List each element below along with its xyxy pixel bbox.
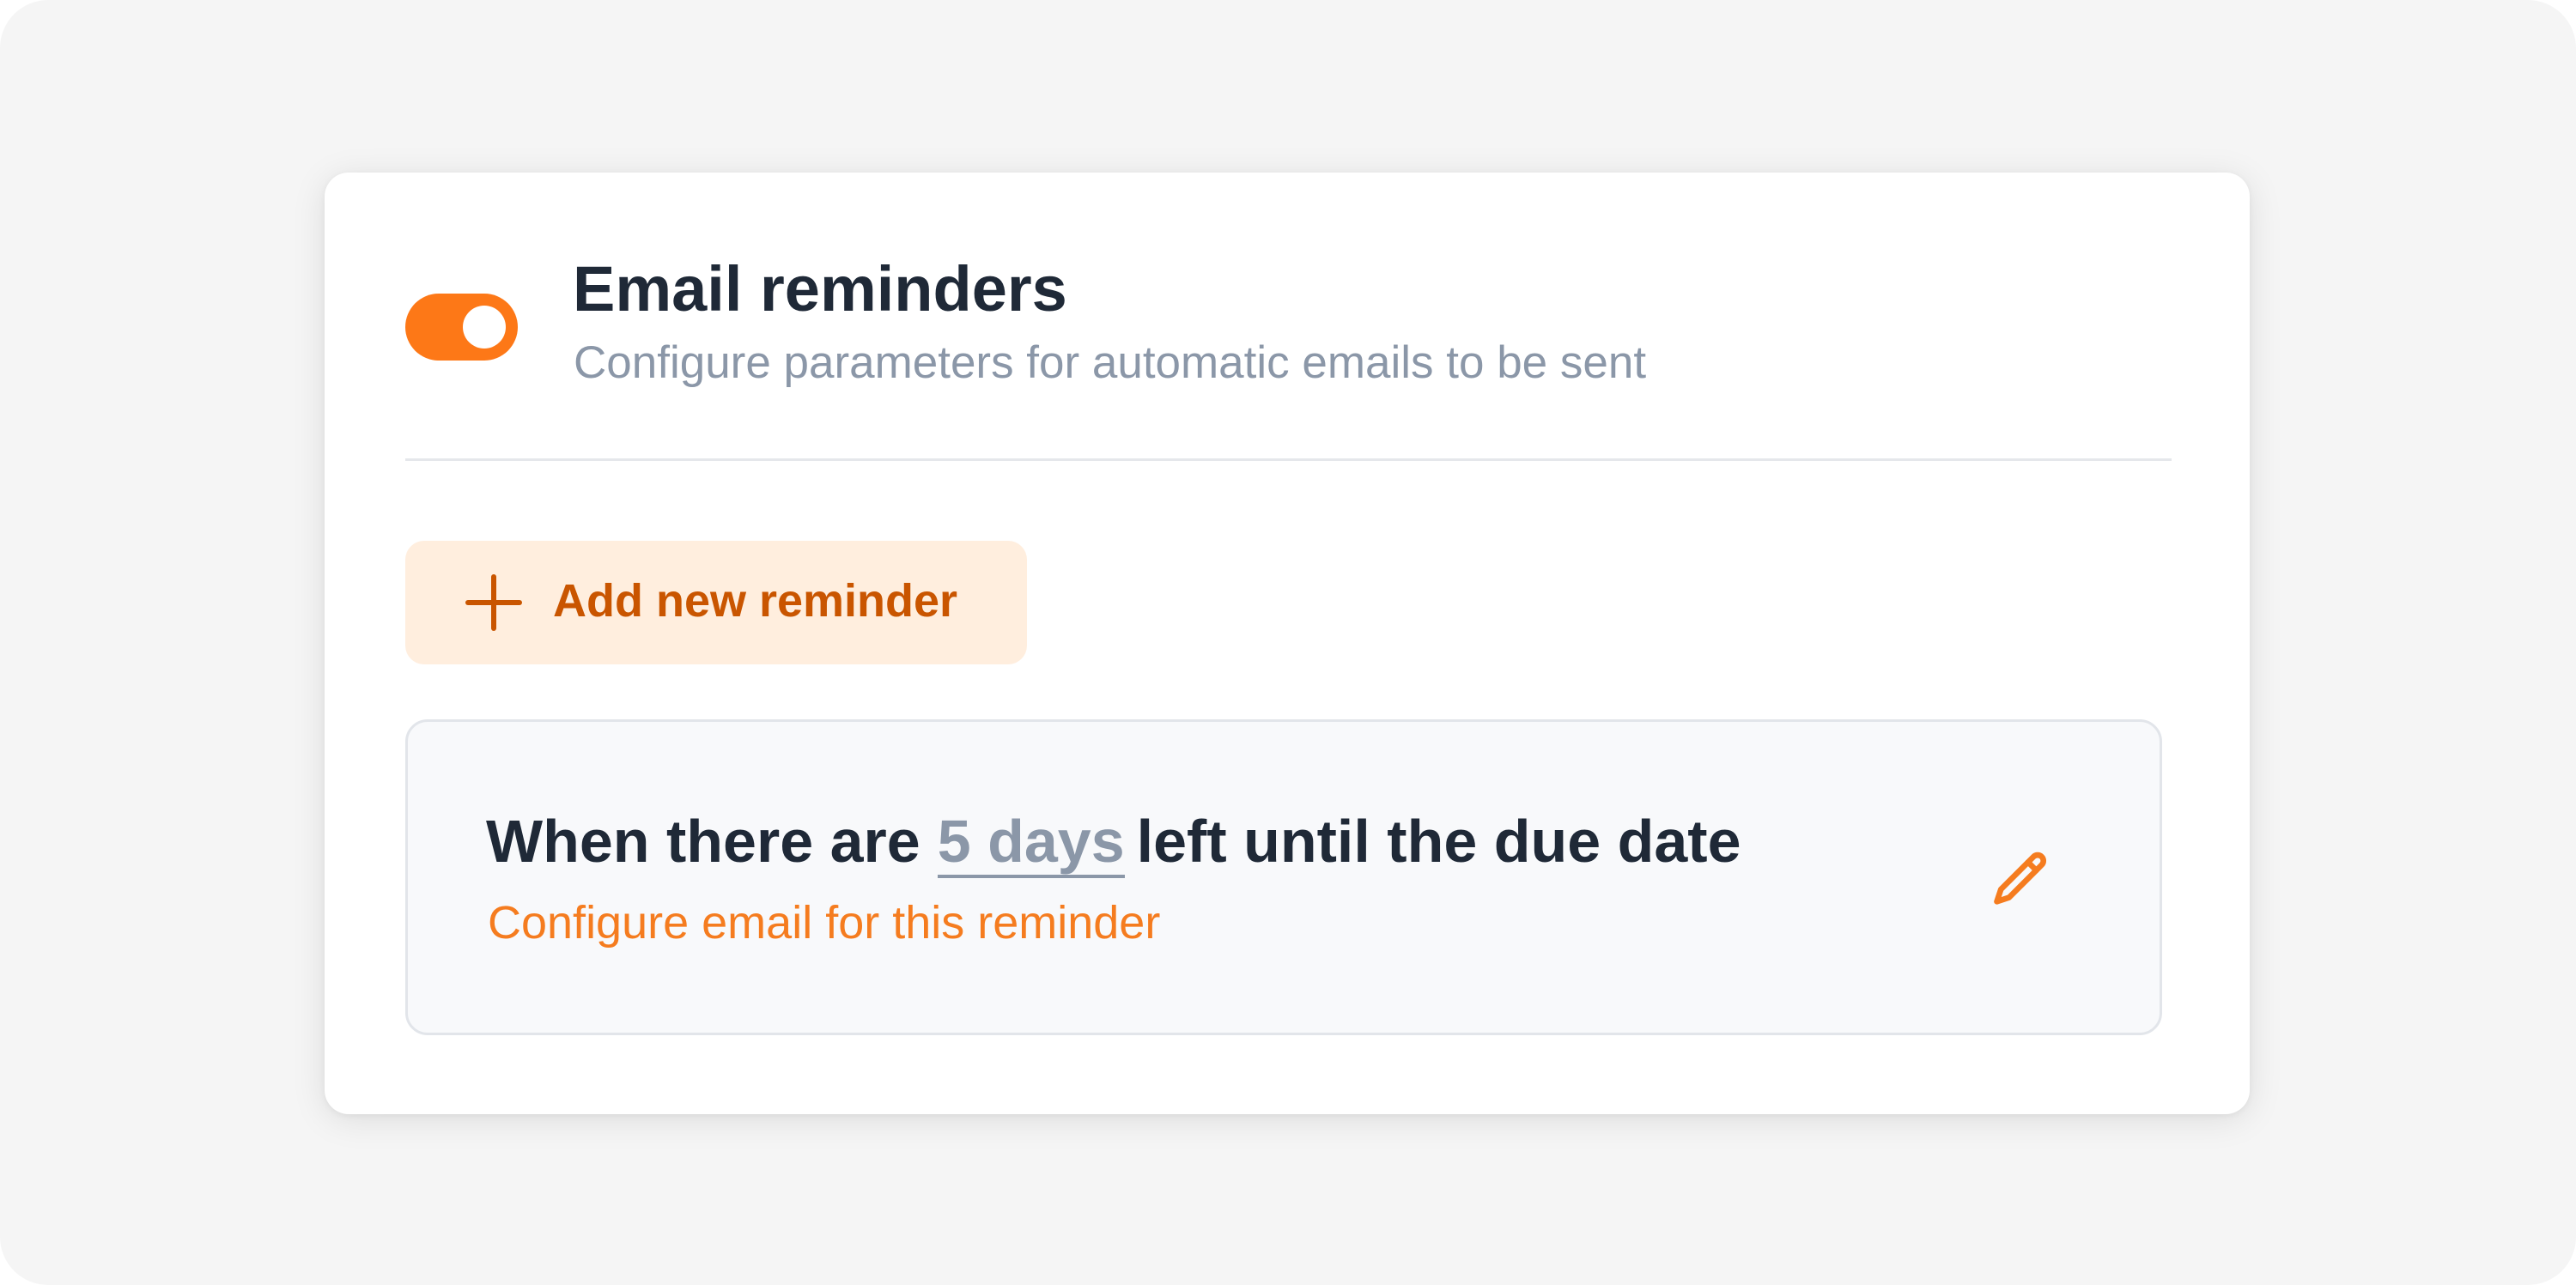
card-subtitle: Configure parameters for automatic email… (574, 337, 1647, 388)
card-title: Email reminders (573, 253, 1067, 324)
divider (405, 458, 2172, 461)
configure-email-link[interactable]: Configure email for this reminder (488, 895, 1160, 951)
reminder-item: When there are 5 days left until the due d… (405, 719, 2162, 1035)
toggle-knob (463, 306, 506, 349)
add-new-reminder-label: Add new reminder (553, 575, 958, 627)
email-reminders-toggle[interactable] (405, 294, 518, 361)
reminder-text-before: When there are (486, 808, 920, 875)
add-new-reminder-button[interactable]: Add new reminder (405, 541, 1027, 664)
plus-icon (465, 574, 522, 631)
page-background: Email reminders Configure parameters for… (0, 0, 2576, 1285)
pencil-icon[interactable] (1989, 847, 2054, 912)
email-reminders-card: Email reminders Configure parameters for… (325, 173, 2250, 1114)
reminder-condition: When there are 5 days left until the due d… (486, 805, 1741, 878)
reminder-text-after: left until the due date (1136, 808, 1741, 875)
days-value[interactable]: 5 days (937, 808, 1125, 878)
